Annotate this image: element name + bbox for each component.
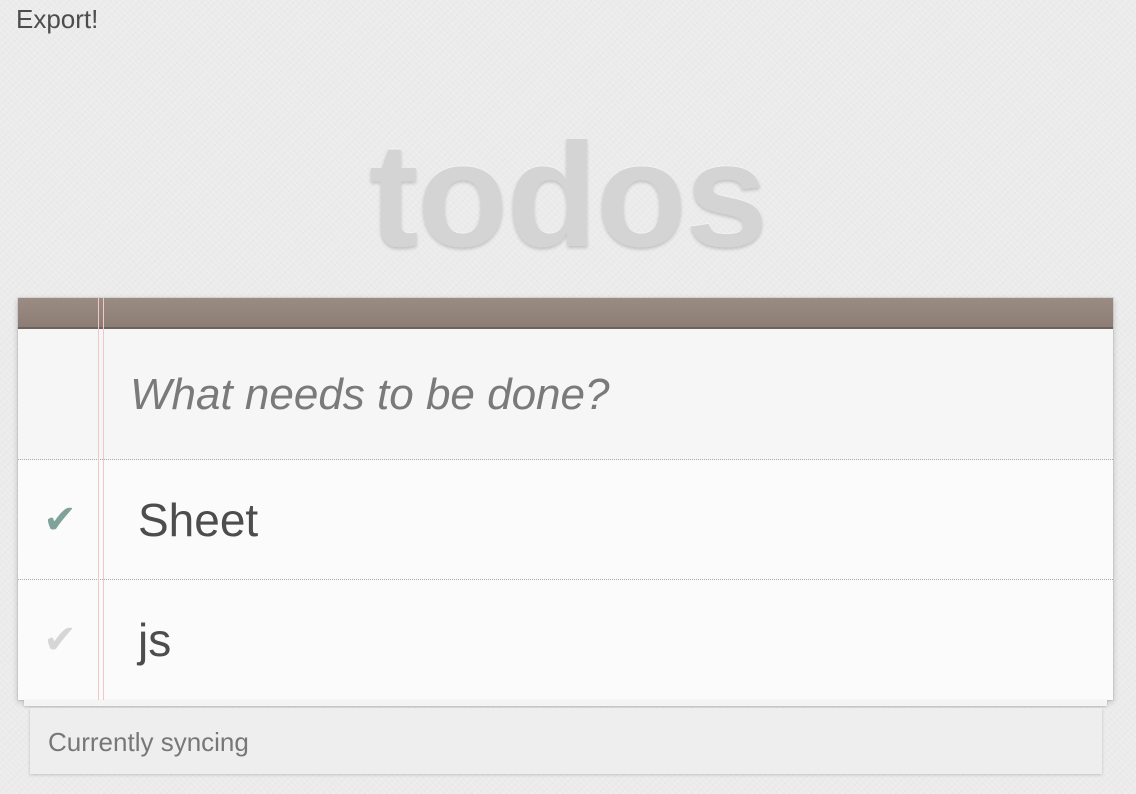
margin-line (103, 298, 104, 700)
paper-stack-edge (24, 700, 1107, 706)
export-link[interactable]: Export! (16, 4, 98, 35)
margin-line (98, 298, 99, 700)
new-todo-input[interactable] (128, 359, 1072, 431)
todo-card: ✔ Sheet ✔ js (18, 298, 1113, 700)
new-todo-row (18, 329, 1113, 460)
todo-item: ✔ Sheet (18, 460, 1113, 580)
card-header-bar (18, 298, 1113, 329)
app-title: todos (369, 113, 768, 278)
todo-label[interactable]: js (138, 612, 171, 668)
todo-item: ✔ js (18, 580, 1113, 700)
footer: Currently syncing (30, 708, 1102, 774)
sync-status: Currently syncing (48, 727, 249, 757)
checkmark-icon[interactable]: ✔ (38, 618, 82, 662)
checkmark-icon[interactable]: ✔ (38, 498, 82, 542)
todo-label[interactable]: Sheet (138, 492, 258, 548)
